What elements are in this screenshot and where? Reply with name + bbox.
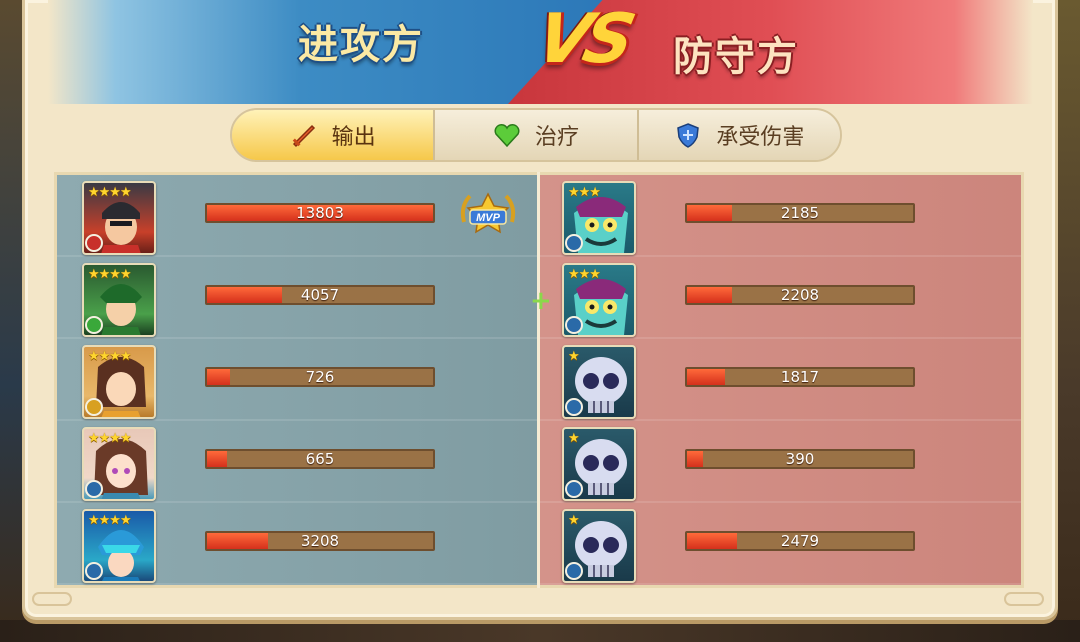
water-element-icon bbox=[85, 562, 103, 580]
damage-value: 13803 bbox=[296, 204, 344, 222]
water-element-icon bbox=[565, 234, 583, 252]
star-rating: ★★★★ bbox=[88, 431, 132, 446]
attacker-row: ★★★★ 4057 bbox=[57, 257, 538, 339]
tab-damage-taken-label: 承受伤害 bbox=[716, 125, 805, 150]
water-element-icon bbox=[85, 480, 103, 498]
monster-portrait[interactable]: ★ bbox=[562, 345, 636, 419]
hero-portrait[interactable]: ★★★★ bbox=[82, 345, 156, 419]
damage-value: 665 bbox=[305, 450, 335, 468]
heart-icon bbox=[494, 124, 520, 148]
nature-element-icon bbox=[85, 316, 103, 334]
damage-bar: 2479 bbox=[685, 531, 915, 551]
light-element-icon bbox=[85, 398, 103, 416]
defender-panel: ★★★ 2185 ★★★ 2208 ★ 1817 ★ 390 ★ 2479 bbox=[540, 172, 1024, 588]
damage-value: 1817 bbox=[780, 368, 820, 386]
hero-portrait[interactable]: ★★★★ bbox=[82, 509, 156, 583]
background-left-edge bbox=[0, 0, 22, 642]
monster-portrait[interactable]: ★★★ bbox=[562, 263, 636, 337]
damage-bar: 2208 bbox=[685, 285, 915, 305]
damage-bar: 390 bbox=[685, 449, 915, 469]
shield-icon bbox=[677, 123, 700, 148]
monster-portrait[interactable]: ★ bbox=[562, 509, 636, 583]
star-rating: ★★★★ bbox=[88, 185, 132, 200]
corner-ornament bbox=[32, 592, 72, 606]
damage-bar: 4057 bbox=[205, 285, 435, 305]
background-right-edge bbox=[1058, 0, 1080, 642]
tab-output-label: 输出 bbox=[331, 125, 376, 150]
tab-healing-label: 治疗 bbox=[534, 125, 579, 150]
crosshair-plus-icon: + bbox=[530, 286, 552, 316]
tab-healing[interactable]: 治疗 bbox=[435, 110, 639, 160]
water-element-icon bbox=[565, 398, 583, 416]
star-rating: ★★★★ bbox=[88, 349, 132, 364]
attacker-row: ★★★★ 726 bbox=[57, 339, 538, 421]
star-rating: ★ bbox=[568, 513, 580, 528]
attacker-row: ★★★★ 3208 bbox=[57, 503, 538, 585]
damage-value: 3208 bbox=[300, 532, 340, 550]
corner-ornament bbox=[1004, 592, 1044, 606]
damage-value: 4057 bbox=[300, 286, 340, 304]
damage-value: 726 bbox=[305, 368, 335, 386]
damage-value: 2208 bbox=[780, 286, 820, 304]
damage-value: 2185 bbox=[780, 204, 820, 222]
mvp-label: MVP bbox=[476, 212, 501, 224]
header-banner: 进攻方 VS 防守方 bbox=[48, 0, 1033, 104]
damage-bar: 726 bbox=[205, 367, 435, 387]
attacker-row: ★★★★ 665 bbox=[57, 421, 538, 503]
defender-row: ★ 390 bbox=[540, 421, 1021, 503]
defender-row: ★ 2479 bbox=[540, 503, 1021, 585]
water-element-icon bbox=[565, 316, 583, 334]
damage-bar: 1817 bbox=[685, 367, 915, 387]
defender-row: ★ 1817 bbox=[540, 339, 1021, 421]
damage-bar: 665 bbox=[205, 449, 435, 469]
defender-row: ★★★ 2185 bbox=[540, 175, 1021, 257]
monster-portrait[interactable]: ★ bbox=[562, 427, 636, 501]
star-rating: ★★★ bbox=[568, 185, 601, 200]
tab-output[interactable]: 输出 bbox=[232, 110, 436, 160]
star-rating: ★ bbox=[568, 431, 580, 446]
damage-bar: 13803 bbox=[205, 203, 435, 223]
defender-row: ★★★ 2208 bbox=[540, 257, 1021, 339]
vs-label: VS bbox=[529, 0, 637, 79]
fire-element-icon bbox=[85, 234, 103, 252]
attacker-title: 进攻方 bbox=[298, 22, 424, 68]
star-rating: ★ bbox=[568, 349, 580, 364]
background-bottom-edge bbox=[0, 620, 1080, 642]
defender-title: 防守方 bbox=[673, 34, 799, 80]
mvp-badge-icon: MVP bbox=[460, 192, 516, 234]
damage-bar: 2185 bbox=[685, 203, 915, 223]
star-rating: ★★★★ bbox=[88, 267, 132, 282]
star-rating: ★★★★ bbox=[88, 513, 132, 528]
hero-portrait[interactable]: ★★★★ bbox=[82, 181, 156, 255]
monster-portrait[interactable]: ★★★ bbox=[562, 181, 636, 255]
hero-portrait[interactable]: ★★★★ bbox=[82, 263, 156, 337]
damage-value: 390 bbox=[785, 450, 815, 468]
sword-icon bbox=[292, 124, 315, 148]
water-element-icon bbox=[565, 562, 583, 580]
damage-value: 2479 bbox=[780, 532, 820, 550]
star-rating: ★★★ bbox=[568, 267, 601, 282]
hero-portrait[interactable]: ★★★★ bbox=[82, 427, 156, 501]
damage-bar: 3208 bbox=[205, 531, 435, 551]
water-element-icon bbox=[565, 480, 583, 498]
stat-tabs: 输出 治疗 承受伤害 bbox=[230, 108, 842, 162]
tab-damage-taken[interactable]: 承受伤害 bbox=[638, 110, 840, 160]
